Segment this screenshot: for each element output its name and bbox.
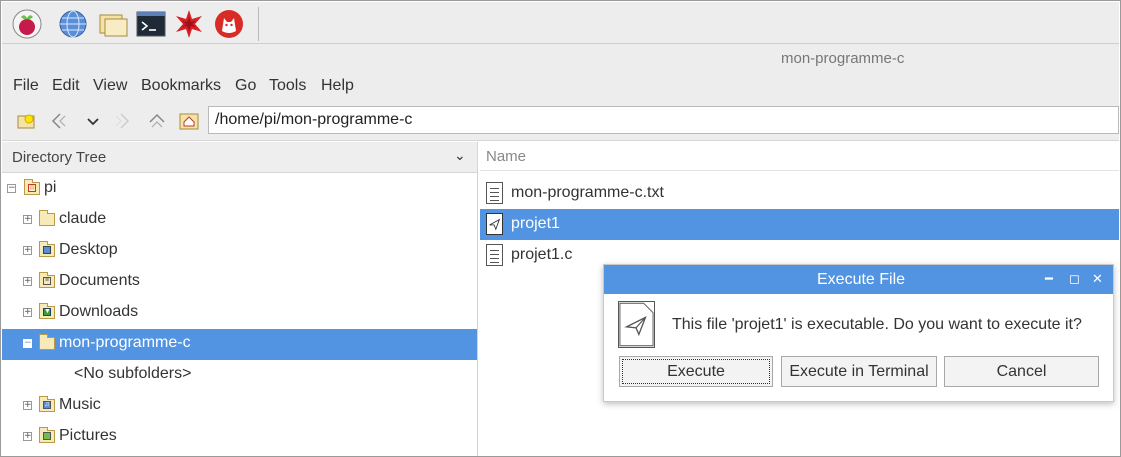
tree-item-label: mon-programme-c (59, 334, 191, 351)
tree-item-pi[interactable]: − ⌂ pi (2, 174, 477, 205)
toolbar (2, 101, 1119, 141)
window-title: mon-programme-c (781, 50, 905, 67)
menu-help[interactable]: Help (321, 77, 354, 95)
executable-file-icon (486, 213, 503, 235)
tree-item-desktop[interactable]: + Desktop (2, 236, 477, 267)
mathematica-icon[interactable] (174, 9, 204, 39)
taskbar (2, 2, 1119, 44)
file-manager-window: mon-programme-c File Edit View Bookmarks… (0, 0, 1121, 457)
executable-file-icon (618, 301, 655, 348)
tree-item-music[interactable]: + ♫ Music (2, 391, 477, 422)
window-titlebar: mon-programme-c (2, 44, 1119, 74)
new-tab-icon[interactable] (16, 110, 38, 132)
folder-icon (39, 210, 55, 226)
raspberry-menu-icon[interactable] (12, 9, 42, 39)
chevron-down-icon[interactable]: ⌄ (454, 147, 466, 164)
tree-item-pictures[interactable]: + Pictures (2, 422, 477, 453)
expand-icon[interactable]: + (23, 432, 32, 441)
directory-tree-title: Directory Tree (12, 149, 107, 166)
tree-item-label: Desktop (59, 241, 118, 258)
menu-file[interactable]: File (13, 77, 39, 95)
parent-folder-icon[interactable] (146, 110, 168, 132)
dialog-message: This file 'projet1' is executable. Do yo… (672, 316, 1082, 333)
tree-item-documents[interactable]: + ≡ Documents (2, 267, 477, 298)
expand-icon[interactable]: + (23, 215, 32, 224)
maximize-icon[interactable]: ◻ (1069, 271, 1080, 287)
expand-icon[interactable]: + (23, 246, 32, 255)
menu-view[interactable]: View (93, 77, 127, 95)
tree-item-label: Documents (59, 272, 140, 289)
expand-icon[interactable]: + (23, 401, 32, 410)
dialog-title: Execute File (817, 271, 906, 288)
execute-button[interactable]: Execute (619, 356, 773, 387)
tree-item-mon-programme-c[interactable]: − mon-programme-c (2, 329, 477, 360)
file-name: mon-programme-c.txt (511, 184, 664, 201)
collapse-icon[interactable]: − (23, 339, 32, 348)
file-name: projet1.c (511, 246, 573, 263)
text-file-icon (486, 244, 503, 266)
back-icon[interactable] (48, 110, 70, 132)
file-row-mon-programme-c-txt[interactable]: mon-programme-c.txt (480, 178, 1119, 209)
name-column-label: Name (486, 148, 527, 165)
web-browser-icon[interactable] (58, 9, 88, 39)
wolfram-icon[interactable] (214, 9, 244, 39)
home-folder-icon: ⌂ (24, 179, 40, 195)
directory-tree-pane: Directory Tree ⌄ − ⌂ pi + claude + Deskt… (2, 142, 478, 456)
terminal-icon[interactable] (136, 9, 166, 39)
file-manager-icon[interactable] (98, 9, 128, 39)
file-row-projet1[interactable]: projet1 (480, 209, 1119, 240)
menu-tools[interactable]: Tools (269, 77, 306, 95)
history-dropdown-icon[interactable] (82, 110, 104, 132)
home-icon[interactable] (178, 110, 200, 132)
file-name: projet1 (511, 215, 560, 232)
tree-item-label: pi (44, 179, 57, 196)
directory-tree-header[interactable]: Directory Tree ⌄ (2, 142, 477, 173)
menu-edit[interactable]: Edit (52, 77, 80, 95)
tree-item-claude[interactable]: + claude (2, 205, 477, 236)
text-file-icon (486, 182, 503, 204)
tree-item-label: claude (59, 210, 107, 227)
pictures-folder-icon (39, 427, 55, 443)
execute-in-terminal-button[interactable]: Execute in Terminal (781, 356, 937, 387)
forward-icon[interactable] (112, 110, 134, 132)
menu-bookmarks[interactable]: Bookmarks (141, 77, 221, 95)
tree-item-no-subfolders: <No subfolders> (2, 360, 477, 391)
menubar: File Edit View Bookmarks Go Tools Help (2, 74, 1119, 101)
desktop-folder-icon (39, 241, 55, 257)
taskbar-separator (258, 7, 259, 41)
expand-icon[interactable]: + (23, 277, 32, 286)
menu-go[interactable]: Go (235, 77, 256, 95)
name-column-header[interactable]: Name (480, 142, 1119, 171)
folder-icon (39, 334, 55, 350)
execute-file-dialog: Execute File ━ ◻ ✕ This file 'projet1' i… (603, 264, 1114, 402)
music-folder-icon: ♫ (39, 396, 55, 412)
expand-icon[interactable]: + (23, 308, 32, 317)
collapse-icon[interactable]: − (7, 184, 16, 193)
tree-item-label: Music (59, 396, 101, 413)
cancel-button[interactable]: Cancel (944, 356, 1099, 387)
downloads-folder-icon: ▼ (39, 303, 55, 319)
dialog-titlebar[interactable]: Execute File ━ ◻ ✕ (604, 265, 1113, 294)
tree-item-label: Pictures (59, 427, 117, 444)
tree-item-label: Downloads (59, 303, 139, 320)
minimize-icon[interactable]: ━ (1045, 271, 1053, 287)
close-icon[interactable]: ✕ (1092, 271, 1103, 287)
path-input[interactable] (208, 106, 1119, 134)
tree-item-downloads[interactable]: + ▼ Downloads (2, 298, 477, 329)
tree-item-label: <No subfolders> (74, 365, 192, 382)
documents-folder-icon: ≡ (39, 272, 55, 288)
